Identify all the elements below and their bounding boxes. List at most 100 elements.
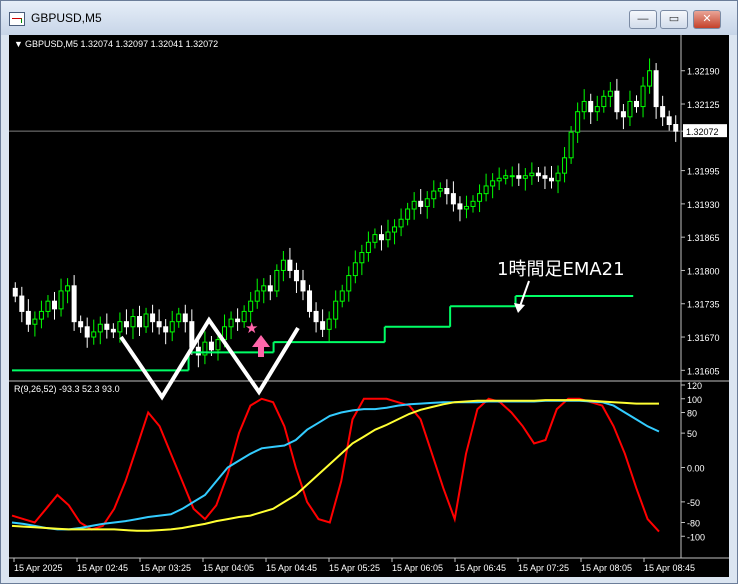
rci-tick-label: 100 <box>687 395 702 405</box>
candle-body <box>45 300 51 312</box>
candle-body <box>620 111 626 118</box>
title-bar[interactable]: GBPUSD,M5 — ▭ ✕ <box>1 1 737 35</box>
candle-body <box>339 290 345 302</box>
candle-body <box>130 316 136 328</box>
candle-body <box>470 200 476 207</box>
candle-body <box>58 290 64 310</box>
rci-title: R(9,26,52) -93.3 52.3 93.0 <box>14 384 120 394</box>
candle-body <box>575 111 581 133</box>
candle-body <box>548 177 554 182</box>
candle-body <box>607 90 613 97</box>
candle-body <box>647 70 653 87</box>
candle-body <box>91 331 97 338</box>
maximize-button[interactable]: ▭ <box>660 10 688 29</box>
rci-tick-label: 80 <box>687 409 697 419</box>
candle-body <box>581 100 587 113</box>
candle-body <box>588 100 594 113</box>
candle-body <box>25 310 31 325</box>
minimize-button[interactable]: — <box>629 10 657 29</box>
candle-body <box>378 234 384 241</box>
price-tick-label: 1.32125 <box>687 100 720 110</box>
candle-body <box>568 131 574 159</box>
candle-body <box>483 185 489 195</box>
time-tick-label: 15 Apr 04:05 <box>203 563 254 573</box>
candle-body <box>450 193 456 205</box>
candle-body <box>267 285 273 292</box>
candle-body <box>496 177 502 182</box>
chart-area[interactable]: 1.32190 1.32125 1.32072 1.31995 1.31930 1.318… <box>9 35 729 577</box>
candle-body <box>444 188 450 195</box>
price-tick-label: 1.31800 <box>687 266 720 276</box>
time-tick-label: 15 Apr 06:45 <box>455 563 506 573</box>
candle-body <box>143 313 149 328</box>
candle-body <box>248 300 254 312</box>
candle-body <box>660 106 666 118</box>
candle-body <box>163 326 169 333</box>
price-tick-label: 1.31865 <box>687 233 720 243</box>
candle-body <box>359 252 365 264</box>
candle-body <box>326 318 332 330</box>
candle-body <box>84 326 90 338</box>
candle-body <box>235 318 241 323</box>
candle-body <box>424 198 430 207</box>
chart-window-icon <box>9 12 25 26</box>
time-tick-label: 15 Apr 06:05 <box>392 563 443 573</box>
candle-body <box>32 318 38 325</box>
candle-body <box>215 339 221 351</box>
candle-body <box>104 323 110 330</box>
chart-title: GBPUSD,M5 1.32074 1.32097 1.32041 1.3207… <box>25 39 218 49</box>
candle-body <box>405 208 411 220</box>
chart-window: GBPUSD,M5 — ▭ ✕ 1.32190 1.32125 1.32072 1.3… <box>0 0 738 584</box>
candle-body <box>431 190 437 200</box>
candle-body <box>372 234 378 243</box>
candle-body <box>477 193 483 202</box>
price-tick-label: 1.31735 <box>687 300 720 310</box>
current-price-label: 1.32072 <box>686 127 719 137</box>
window-title: GBPUSD,M5 <box>31 11 102 25</box>
candle-body <box>313 310 319 323</box>
time-tick-label: 15 Apr 03:25 <box>140 563 191 573</box>
ema-label: 1時間足EMA21 <box>497 259 625 280</box>
price-tick-label: 1.31670 <box>687 333 720 343</box>
price-tick-label: 1.31995 <box>687 167 720 177</box>
candle-body <box>463 205 469 210</box>
candle-body <box>640 85 646 108</box>
candle-body <box>97 323 103 333</box>
candle-body <box>614 90 620 113</box>
candle-body <box>176 313 182 323</box>
rci-tick-label: 50 <box>687 429 697 439</box>
candle-body <box>182 313 188 323</box>
candle-body <box>123 321 129 328</box>
candle-body <box>156 321 162 328</box>
star-icon: ★ <box>245 319 258 337</box>
candle-body <box>392 226 398 233</box>
candle-body <box>137 316 143 328</box>
candle-body <box>627 100 633 118</box>
symbol-triangle: ▼ <box>14 39 23 49</box>
candle-body <box>307 290 313 312</box>
rci-tick-label: -50 <box>687 498 700 508</box>
candle-body <box>633 100 639 108</box>
candle-body <box>169 321 175 333</box>
price-tick-label: 1.32190 <box>687 67 720 77</box>
chart-svg[interactable]: 1.32190 1.32125 1.32072 1.31995 1.31930 1.318… <box>9 35 729 577</box>
rci-tick-label: -100 <box>687 532 705 542</box>
time-tick-label: 15 Apr 07:25 <box>518 563 569 573</box>
candle-body <box>490 180 496 187</box>
rci-tick-label: 0.00 <box>687 464 705 474</box>
candle-body <box>65 285 71 292</box>
candle-body <box>601 95 607 108</box>
candle-body <box>529 172 535 177</box>
candle-body <box>352 262 358 277</box>
rci-tick-label: 120 <box>687 381 702 391</box>
time-tick-label: 15 Apr 2025 <box>14 563 63 573</box>
candle-body <box>38 310 44 320</box>
candle-body <box>274 269 280 292</box>
candle-body <box>398 218 404 228</box>
candle-body <box>542 175 548 179</box>
close-button[interactable]: ✕ <box>693 10 721 29</box>
candle-body <box>509 175 515 178</box>
candle-body <box>52 300 58 310</box>
candle-body <box>280 259 286 271</box>
candle-body <box>666 116 672 126</box>
